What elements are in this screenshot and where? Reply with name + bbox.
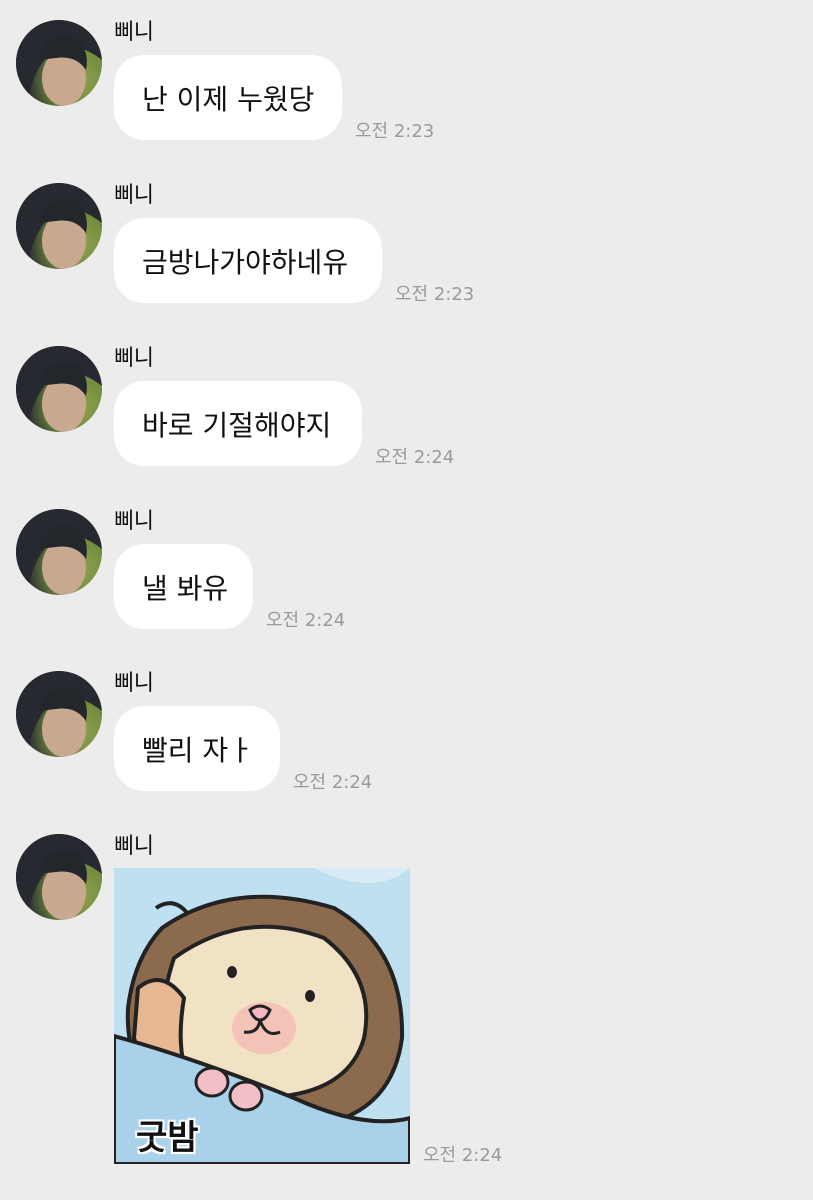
avatar[interactable] [16, 346, 102, 432]
message-timestamp: 오전 2:24 [266, 610, 346, 631]
avatar[interactable] [16, 834, 102, 920]
sender-name: 삐니 [114, 20, 154, 45]
message-timestamp: 오전 2:24 [423, 1145, 503, 1166]
avatar[interactable] [16, 671, 102, 757]
message-timestamp: 오전 2:23 [355, 121, 435, 142]
sender-name: 삐니 [114, 346, 154, 371]
message-bubble[interactable]: 빨리 자ㅏ [114, 706, 280, 791]
sender-name: 삐니 [114, 509, 154, 534]
message-bubble[interactable]: 난 이제 누웠당 [114, 55, 342, 140]
sender-name: 삐니 [114, 834, 154, 859]
sender-name: 삐니 [114, 183, 154, 208]
sticker-caption: 굿밤 [136, 1118, 199, 1158]
avatar[interactable] [16, 183, 102, 269]
message-timestamp: 오전 2:24 [293, 772, 373, 793]
message-bubble[interactable]: 낼 봐유 [114, 544, 253, 629]
message-timestamp: 오전 2:23 [395, 284, 475, 305]
avatar[interactable] [16, 509, 102, 595]
avatar[interactable] [16, 20, 102, 106]
message-timestamp: 오전 2:24 [375, 447, 455, 468]
message-bubble[interactable]: 금방나가야하네유 [114, 218, 382, 303]
sender-name: 삐니 [114, 671, 154, 696]
hamster-goodnight-sticker[interactable]: 굿밤 [114, 868, 410, 1164]
message-bubble[interactable]: 바로 기절해야지 [114, 381, 362, 466]
